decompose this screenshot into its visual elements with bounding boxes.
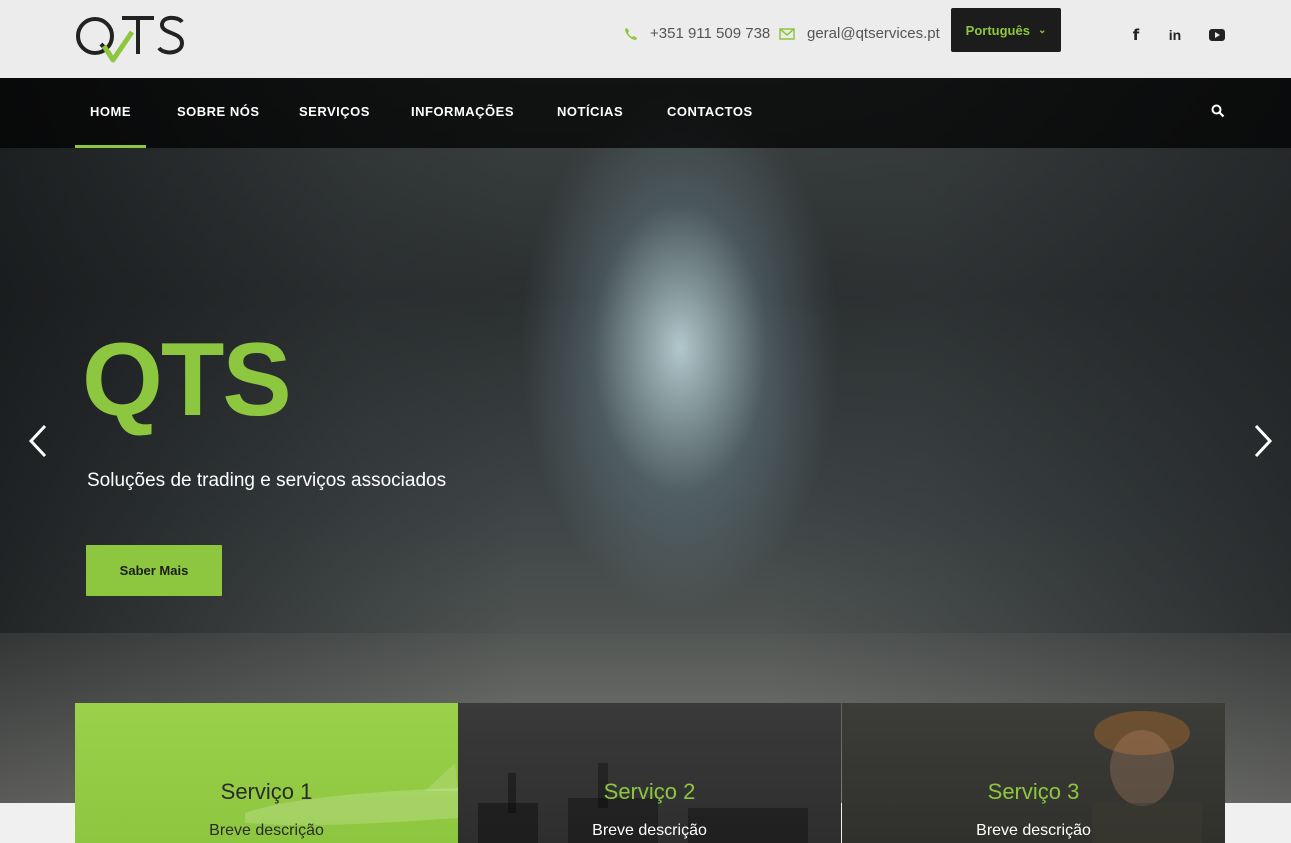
- slider-prev-arrow-icon[interactable]: [28, 424, 48, 463]
- saber-mais-button[interactable]: Saber Mais: [86, 545, 222, 596]
- active-nav-indicator: [75, 145, 146, 148]
- nav-item-informacoes[interactable]: INFORMAÇÕES: [411, 104, 514, 119]
- top-bar: +351 911 509 738 geral@qtservices.pt Por…: [0, 0, 1291, 78]
- hero-title: QTS: [82, 322, 292, 438]
- nav-item-servicos[interactable]: SERVIÇOS: [299, 104, 370, 119]
- service-description: Breve descrição: [976, 822, 1091, 839]
- service-title: Serviço 2: [603, 779, 696, 804]
- facebook-icon[interactable]: f: [1127, 26, 1145, 44]
- linkedin-label: in: [1168, 27, 1182, 43]
- service-title: Serviço 1: [220, 779, 313, 804]
- service-card-1[interactable]: Serviço 1 Breve descrição: [75, 703, 458, 843]
- service-description: Breve descrição: [209, 822, 324, 839]
- nav-item-home[interactable]: HOME: [90, 104, 131, 119]
- nav-item-contactos[interactable]: CONTACTOS: [667, 104, 753, 119]
- nav-item-noticias[interactable]: NOTÍCIAS: [557, 104, 623, 119]
- hero-subtitle: Soluções de trading e serviços associado…: [87, 470, 447, 491]
- language-label: Português: [965, 22, 1030, 38]
- nav-item-sobre-nos[interactable]: SOBRE NÓS: [177, 104, 260, 119]
- envelope-icon: [779, 27, 795, 40]
- phone-contact[interactable]: +351 911 509 738: [624, 25, 770, 42]
- main-navigation: HOME SOBRE NÓS SERVIÇOS INFORMAÇÕES NOTÍ…: [0, 78, 1291, 148]
- slider-next-arrow-icon[interactable]: [1253, 424, 1273, 463]
- service-card-3[interactable]: Serviço 3 Breve descrição: [842, 703, 1225, 843]
- phone-number: +351 911 509 738: [650, 25, 771, 42]
- linkedin-icon[interactable]: in: [1166, 26, 1184, 44]
- youtube-icon[interactable]: [1208, 26, 1226, 44]
- search-icon[interactable]: [1211, 104, 1225, 123]
- email-address: geral@qtservices.pt: [807, 25, 940, 42]
- phone-icon: [625, 27, 637, 40]
- service-description: Breve descrição: [592, 822, 707, 839]
- email-contact[interactable]: geral@qtservices.pt: [779, 25, 940, 42]
- chevron-down-icon: ⌄: [1037, 24, 1047, 36]
- language-dropdown[interactable]: Português ⌄: [951, 8, 1061, 52]
- service-title: Serviço 3: [987, 779, 1080, 804]
- qts-logo[interactable]: [74, 10, 186, 64]
- service-card-2[interactable]: Serviço 2 Breve descrição: [458, 703, 841, 843]
- hero-slider: [0, 78, 1291, 803]
